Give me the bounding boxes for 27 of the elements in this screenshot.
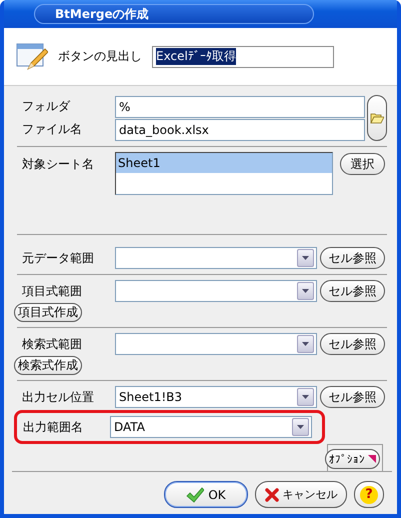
field-label: 出力セル位置 <box>21 388 95 406</box>
field-label: フォルダ <box>21 98 72 115</box>
create-formula-button[interactable]: 項目式作成 <box>14 302 82 322</box>
select-button[interactable]: 選択 <box>340 153 385 175</box>
text-field[interactable]: data_book.xlsx <box>115 118 365 140</box>
combo-box[interactable]: Sheet1!B3 <box>115 386 317 408</box>
text-field[interactable]: % <box>115 96 365 118</box>
field-label: 対象シート名 <box>21 156 95 173</box>
field-label: 項目式範囲 <box>21 282 83 300</box>
cancel-button[interactable]: キャンセル <box>255 481 347 508</box>
cell-reference-button[interactable]: セル参照 <box>320 333 385 355</box>
caption-label: ボタンの見出し <box>58 48 142 65</box>
cell-reference-button[interactable]: セル参照 <box>320 280 385 302</box>
field-label: 出力範囲名 <box>22 418 84 436</box>
field-label: 検索式範囲 <box>21 336 83 352</box>
options-button[interactable]: ｵﾌﾟｼｮﾝ <box>325 449 380 469</box>
help-button[interactable]: ? <box>354 481 384 508</box>
field-label: 元データ範囲 <box>21 250 95 266</box>
field-label: ファイル名 <box>21 121 83 138</box>
cell-reference-button[interactable]: セル参照 <box>320 247 385 269</box>
window-title: BtMergeの作成 <box>34 4 314 24</box>
cell-reference-button[interactable]: セル参照 <box>320 386 385 408</box>
ok-button[interactable]: OK <box>164 481 248 508</box>
combo-box[interactable]: DATA <box>110 416 312 438</box>
caption-field[interactable]: Excelﾃﾞｰﾀ取得 <box>152 46 334 68</box>
create-formula-button[interactable]: 検索式作成 <box>14 356 82 374</box>
list-item[interactable]: Sheet1 <box>116 153 332 173</box>
